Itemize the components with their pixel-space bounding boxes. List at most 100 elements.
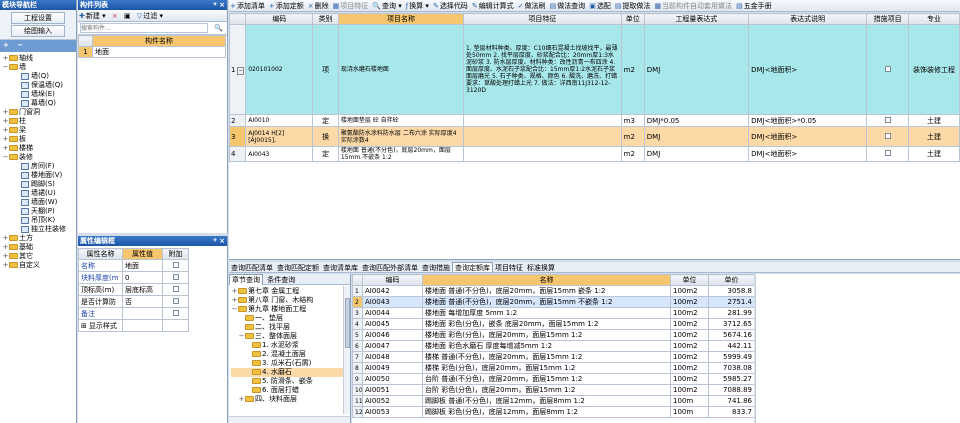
expand-icon[interactable]: + <box>2 117 9 126</box>
quota-name[interactable]: 台阶 彩色(分色)，底层20mm，面层15mm 1:2 <box>422 384 671 396</box>
tab-condition-query[interactable]: 条件查询 <box>265 275 297 286</box>
property-row[interactable]: 块料厚度(m 0 <box>78 271 189 284</box>
nav-tree-item[interactable]: 踢脚(S) <box>2 180 76 189</box>
nav-tree-item[interactable]: + 土方 <box>2 234 76 243</box>
main-grid-code[interactable]: AI0043 <box>245 146 314 162</box>
quota-code[interactable]: AI0047 <box>362 340 423 352</box>
measure-checkbox[interactable] <box>884 150 891 156</box>
quota-row[interactable]: 5 AI0046 楼地面 彩色(分色)，底层20mm，面层15mm 1:2 100m2… <box>352 329 754 341</box>
main-grid-type[interactable]: 定 <box>312 146 339 162</box>
toolbar-button[interactable]: ▤五金手册 <box>735 0 775 11</box>
bottom-tab[interactable]: 查询定额库 <box>452 262 493 272</box>
quota-code[interactable]: AI0046 <box>362 329 423 341</box>
toolbar-button[interactable]: ✎编辑计算式 <box>471 0 517 11</box>
nav-tree-item[interactable]: 幕墙(Q) <box>2 99 76 108</box>
property-value[interactable] <box>122 307 163 320</box>
extra-checkbox[interactable] <box>172 309 179 316</box>
nav-tree-item[interactable]: + 自定义 <box>2 261 76 270</box>
quota-name[interactable]: 楼地面 彩色水磨石 厚度每增减5mm 1:2 <box>422 340 671 352</box>
chapter-tree-item[interactable]: − 三、整体面层 <box>231 332 350 341</box>
quota-row[interactable]: 12 AI0053 踢脚板 彩色(分色)，底层12mm，面层8mm 1:2 100m 8… <box>352 406 754 418</box>
main-grid-row[interactable]: 2 AI0010 定楼地面垫层 砼 自拌砼 m3 DMJ*0.05 DMJ<地面积>*0.… <box>229 114 960 127</box>
chapter-tree-item[interactable]: 一、垫层 <box>231 314 350 323</box>
chapter-tree-item[interactable]: 1. 水泥砂浆 <box>231 341 350 350</box>
chapter-scroll-thumb[interactable] <box>345 298 350 348</box>
bottom-tab[interactable]: 查询匹配定额 <box>275 263 321 272</box>
component-row-name[interactable]: 地面 <box>92 46 226 58</box>
main-grid-major[interactable]: 土建 <box>907 146 960 162</box>
main-grid-row[interactable]: 3 AJ0014 H[2][AJ0015], 换聚氨酯防水涂料防水层 二布六涂 实际… <box>229 126 960 147</box>
project-settings-button[interactable]: 工程设置 <box>11 12 65 24</box>
quota-code[interactable]: AI0051 <box>362 384 423 396</box>
main-grid-unit[interactable]: m2 <box>620 126 645 147</box>
expand-icon[interactable]: + <box>2 144 9 153</box>
expand-icon[interactable]: + <box>2 126 9 135</box>
property-row[interactable]: 是否计算防否 <box>78 295 189 308</box>
expand-icon[interactable]: + <box>2 234 9 243</box>
extra-checkbox[interactable] <box>172 285 179 292</box>
expand-icon[interactable]: + <box>2 261 9 270</box>
quota-row[interactable]: 3 AI0044 楼地面 每增加厚度 5mm 1:2 100m2 281.99 <box>352 307 754 319</box>
chapter-tree-item[interactable]: 5. 防滑条、嵌条 <box>231 377 350 386</box>
main-grid-major[interactable]: 土建 <box>907 114 960 127</box>
expand-icon[interactable]: + <box>231 287 238 296</box>
toolbar-button[interactable]: ƒ换算 ▾ <box>405 0 432 11</box>
nav-tree-item[interactable]: − 装修 <box>2 153 76 162</box>
property-row[interactable]: 备注 <box>78 307 189 320</box>
expand-icon[interactable]: + <box>2 108 9 117</box>
main-grid-desc[interactable]: DMJ<地面积> <box>748 126 868 147</box>
quota-code[interactable]: AI0053 <box>362 406 423 418</box>
main-grid-name[interactable]: 聚氨酯防水涂料防水层 二布六涂 实际厚度4 实际涂数4 <box>337 126 465 147</box>
main-grid-code[interactable]: AJ0014 H[2][AJ0015], <box>245 126 314 147</box>
quota-name[interactable]: 踢脚板 普通(不分色)，底层12mm，面层8mm 1:2 <box>422 395 671 407</box>
main-grid-feature[interactable] <box>463 146 622 162</box>
expand-icon[interactable]: + <box>231 296 238 305</box>
property-value[interactable]: 层底标高 <box>122 283 163 296</box>
nav-tree-item[interactable]: 保温墙(Q) <box>2 81 76 90</box>
main-grid-unit[interactable]: m2 <box>620 146 645 162</box>
quota-name[interactable]: 楼地面 每增加厚度 5mm 1:2 <box>422 307 671 319</box>
quota-code[interactable]: AI0043 <box>362 296 423 308</box>
main-grid-feature[interactable] <box>463 114 622 127</box>
chapter-tree-item[interactable]: + 四、块料面层 <box>231 395 350 404</box>
main-grid-name[interactable]: 楼地面 普通(不分色)，底层20mm，面层15mm 不嵌条 1:2 <box>337 146 465 162</box>
quota-row[interactable]: 7 AI0048 楼梯 普通(不分色)，底层20mm，面层15mm 1:2 100m2… <box>352 351 754 363</box>
main-grid-feature[interactable] <box>463 126 622 147</box>
nav-tree-item[interactable]: 墙垛(E) <box>2 90 76 99</box>
nav-tree-item[interactable]: 独立柱装修 <box>2 225 76 234</box>
chapter-tree-item[interactable]: 6. 面层打蜡 <box>231 386 350 395</box>
quota-row[interactable]: 4 AI0045 楼地面 彩色(分色)，嵌条 底层20mm，面层15mm 1:2 10… <box>352 318 754 330</box>
property-value[interactable]: 0 <box>122 271 163 284</box>
nav-tree-item[interactable]: 吊顶(K) <box>2 216 76 225</box>
main-grid-expr[interactable]: DMJ <box>643 126 750 147</box>
nav-tree-item[interactable]: + 基础 <box>2 243 76 252</box>
quota-name[interactable]: 楼梯 彩色(分色)，底层20mm，面层15mm 1:2 <box>422 362 671 374</box>
property-value[interactable]: 否 <box>122 295 163 308</box>
quota-row[interactable]: 1 AI0042 楼地面 普通(不分色)，底层20mm，面层15mm 嵌条 1:2 1… <box>352 285 754 297</box>
chapter-tree-item[interactable]: − 第九章 楼地面工程 <box>231 305 350 314</box>
main-grid-unit[interactable]: m3 <box>620 114 645 127</box>
new-component-button[interactable]: ✚新建 ▾ <box>78 10 109 22</box>
toolbar-button[interactable]: ▤提取做法 <box>614 0 654 11</box>
nav-tree-item[interactable]: + 门窗洞 <box>2 108 76 117</box>
chapter-tree-item[interactable]: + 第八章 门窗、木结构 <box>231 296 350 305</box>
main-grid-unit[interactable]: m2 <box>620 24 645 115</box>
quota-name[interactable]: 台阶 普通(不分色)，底层20mm，面层15mm 1:2 <box>422 373 671 385</box>
quota-code[interactable]: AI0042 <box>362 285 423 297</box>
chapter-tree-item[interactable]: 二、找平层 <box>231 323 350 332</box>
bottom-tab[interactable]: 查询措施 <box>420 263 452 272</box>
quota-row[interactable]: 8 AI0049 楼梯 彩色(分色)，底层20mm，面层15mm 1:2 100m2 7… <box>352 362 754 374</box>
component-search-input[interactable] <box>80 23 208 33</box>
quota-row[interactable]: 10 AI0051 台阶 彩色(分色)，底层20mm，面层15mm 1:2 100m2… <box>352 384 754 396</box>
nav-tree-item[interactable]: 墙(Q) <box>2 72 76 81</box>
main-grid-type[interactable]: 定 <box>312 114 339 127</box>
property-value[interactable]: 地面 <box>122 259 163 272</box>
quota-code[interactable]: AI0052 <box>362 395 423 407</box>
property-row[interactable]: 顶标高(m) 层底标高 <box>78 283 189 296</box>
collapse-icon[interactable]: − <box>238 332 245 341</box>
toolbar-button[interactable]: +添加清单 <box>229 0 268 11</box>
toolbar-button[interactable]: ▦当前构件自动套用做法 <box>653 0 735 11</box>
main-grid-type[interactable]: 换 <box>312 126 339 147</box>
quota-name[interactable]: 楼地面 彩色(分色)，嵌条 底层20mm，面层15mm 1:2 <box>422 318 671 330</box>
property-row[interactable]: 名称 地面 <box>78 259 189 272</box>
